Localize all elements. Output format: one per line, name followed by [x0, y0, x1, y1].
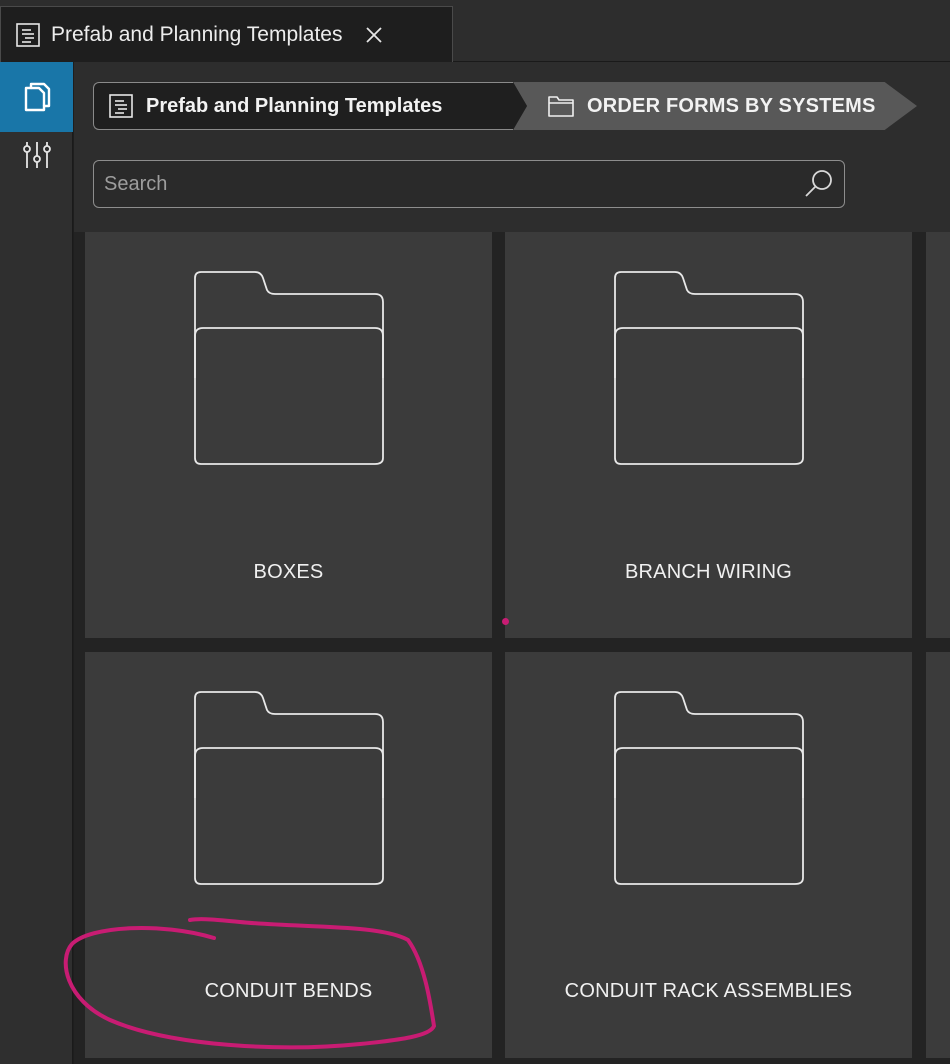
pointer-dot — [502, 618, 509, 625]
search-icon[interactable] — [802, 167, 836, 201]
folder-card-conduit-bends[interactable]: CONDUIT BENDS — [85, 652, 492, 1058]
tab-title: Prefab and Planning Templates — [51, 22, 343, 46]
tab-prefab-templates[interactable]: Prefab and Planning Templates — [0, 6, 453, 62]
breadcrumb-item-root[interactable]: Prefab and Planning Templates — [93, 82, 527, 130]
toolbar: Prefab and Planning Templates ORDER FORM… — [74, 62, 950, 232]
breadcrumb: Prefab and Planning Templates ORDER FORM… — [93, 82, 917, 130]
breadcrumb-item-current[interactable]: ORDER FORMS BY SYSTEMS — [513, 82, 917, 130]
folder-label: BRANCH WIRING — [624, 561, 793, 583]
breadcrumb-label: ORDER FORMS BY SYSTEMS — [587, 94, 876, 117]
left-rail — [0, 62, 73, 1064]
folder-icon — [614, 271, 804, 465]
folder-icon — [548, 96, 574, 117]
folder-card-boxes[interactable]: BOXES — [85, 232, 492, 638]
folder-icon — [194, 691, 384, 885]
folder-card-conduit-rack-assemblies[interactable]: CONDUIT RACK ASSEMBLIES — [505, 652, 912, 1058]
template-doc-icon — [16, 22, 40, 47]
folder-label: CONDUIT BENDS — [204, 980, 373, 1002]
folder-card-partial[interactable] — [926, 652, 950, 1058]
folder-label: CONDUIT RACK ASSEMBLIES — [564, 980, 853, 1002]
copy-pages-icon — [24, 82, 50, 112]
folder-card-branch-wiring[interactable]: BRANCH WIRING — [505, 232, 912, 638]
breadcrumb-label: Prefab and Planning Templates — [146, 94, 443, 117]
main-panel: Prefab and Planning Templates ORDER FORM… — [74, 62, 950, 1064]
folder-card-partial[interactable] — [926, 232, 950, 638]
template-doc-icon — [109, 94, 133, 118]
folder-icon — [614, 691, 804, 885]
app-window: Prefab and Planning Templates Prefab and… — [0, 0, 950, 1064]
folder-label: BOXES — [253, 561, 324, 583]
search-input[interactable] — [94, 161, 802, 207]
rail-item-templates[interactable] — [0, 62, 73, 132]
tab-strip: Prefab and Planning Templates — [0, 0, 950, 62]
folder-grid: BOXES BRANCH WIRING CONDUIT BENDS CONDUI… — [85, 232, 950, 1064]
rail-item-settings[interactable] — [0, 132, 73, 192]
search-box — [93, 160, 845, 208]
folder-icon — [194, 271, 384, 465]
sliders-icon — [22, 142, 51, 168]
close-icon[interactable] — [364, 25, 384, 45]
